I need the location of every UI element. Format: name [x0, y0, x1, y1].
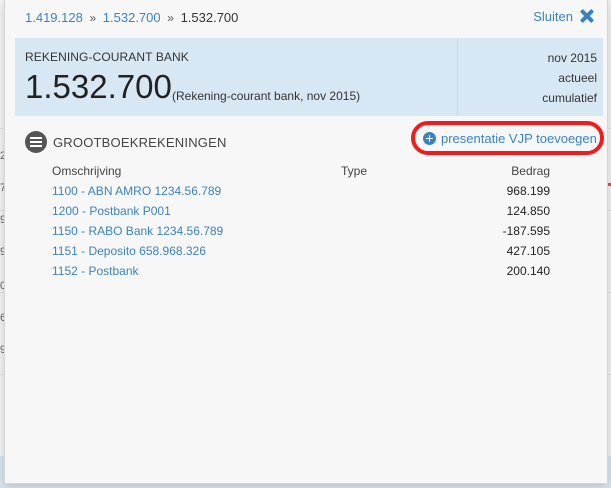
ledger-account-link[interactable]: 1200 - Postbank P001 [52, 204, 171, 218]
ledger-account-link[interactable]: 1151 - Deposito 658.968.326 [52, 244, 206, 258]
ledger-account-amount: 200.140 [506, 264, 550, 278]
column-header-type: Type [341, 164, 368, 178]
breadcrumb-separator: » [167, 11, 174, 25]
account-name: REKENING-COURANT BANK [25, 50, 189, 64]
ledger-account-link[interactable]: 1152 - Postbank [52, 264, 139, 278]
account-summary-panel: REKENING-COURANT BANK 1.532.700 (Rekenin… [15, 38, 603, 116]
ledger-account-amount: 968.199 [506, 184, 550, 198]
modal-header: 1.419.128 » 1.532.700 » 1.532.700 Sluite… [5, 0, 607, 36]
mode-label: actueel [558, 71, 597, 85]
table-row: 1152 - Postbank 200.140 [52, 264, 550, 284]
table-row: 1100 - ABN AMRO 1234.56.789 968.199 [52, 184, 550, 204]
ledger-accounts-table: Omschrijving Type Bedrag 1100 - ABN AMRO… [52, 164, 550, 284]
account-summary-main: REKENING-COURANT BANK 1.532.700 (Rekenin… [15, 38, 458, 116]
add-vjp-presentation-button[interactable]: presentatie VJP toevoegen [411, 121, 604, 155]
breadcrumb: 1.419.128 » 1.532.700 » 1.532.700 [25, 10, 238, 25]
breadcrumb-link-second[interactable]: 1.532.700 [103, 10, 161, 25]
breadcrumb-link-first[interactable]: 1.419.128 [25, 10, 83, 25]
ledger-account-link[interactable]: 1150 - RABO Bank 1234.56.789 [52, 224, 223, 238]
ledger-account-amount: 427.105 [506, 244, 550, 258]
table-header-row: Omschrijving Type Bedrag [52, 164, 550, 184]
column-header-amount: Bedrag [511, 164, 550, 178]
ledger-account-amount: -187.595 [502, 224, 550, 238]
add-vjp-presentation-label: presentatie VJP toevoegen [441, 130, 597, 146]
breadcrumb-separator: » [89, 11, 97, 25]
aggregation-label: cumulatief [542, 91, 597, 105]
close-label: Sluiten [533, 8, 573, 24]
ledger-account-amount: 124.850 [506, 204, 550, 218]
account-detail-modal: 1.419.128 » 1.532.700 » 1.532.700 Sluite… [4, 0, 608, 484]
plus-circle-icon [423, 131, 436, 145]
breadcrumb-current: 1.532.700 [180, 10, 239, 25]
ledger-account-link[interactable]: 1100 - ABN AMRO 1234.56.789 [52, 184, 221, 198]
ledger-section-header: GROOTBOEKREKENINGEN [25, 131, 227, 153]
table-row: 1150 - RABO Bank 1234.56.789 -187.595 [52, 224, 550, 244]
table-row: 1200 - Postbank P001 124.850 [52, 204, 550, 224]
ledger-list-icon [25, 131, 47, 153]
column-header-description: Omschrijving [52, 164, 122, 178]
account-amount-note: (Rekening-courant bank, nov 2015) [172, 89, 361, 103]
period-label: nov 2015 [547, 51, 597, 65]
account-summary-meta: nov 2015 actueel cumulatief [542, 48, 597, 108]
table-row: 1151 - Deposito 658.968.326 427.105 [52, 244, 550, 264]
account-total-amount: 1.532.700 [25, 68, 172, 105]
section-title: GROOTBOEKREKENINGEN [53, 134, 227, 150]
close-x-icon[interactable] [579, 8, 595, 24]
close-button[interactable]: Sluiten [533, 8, 595, 24]
